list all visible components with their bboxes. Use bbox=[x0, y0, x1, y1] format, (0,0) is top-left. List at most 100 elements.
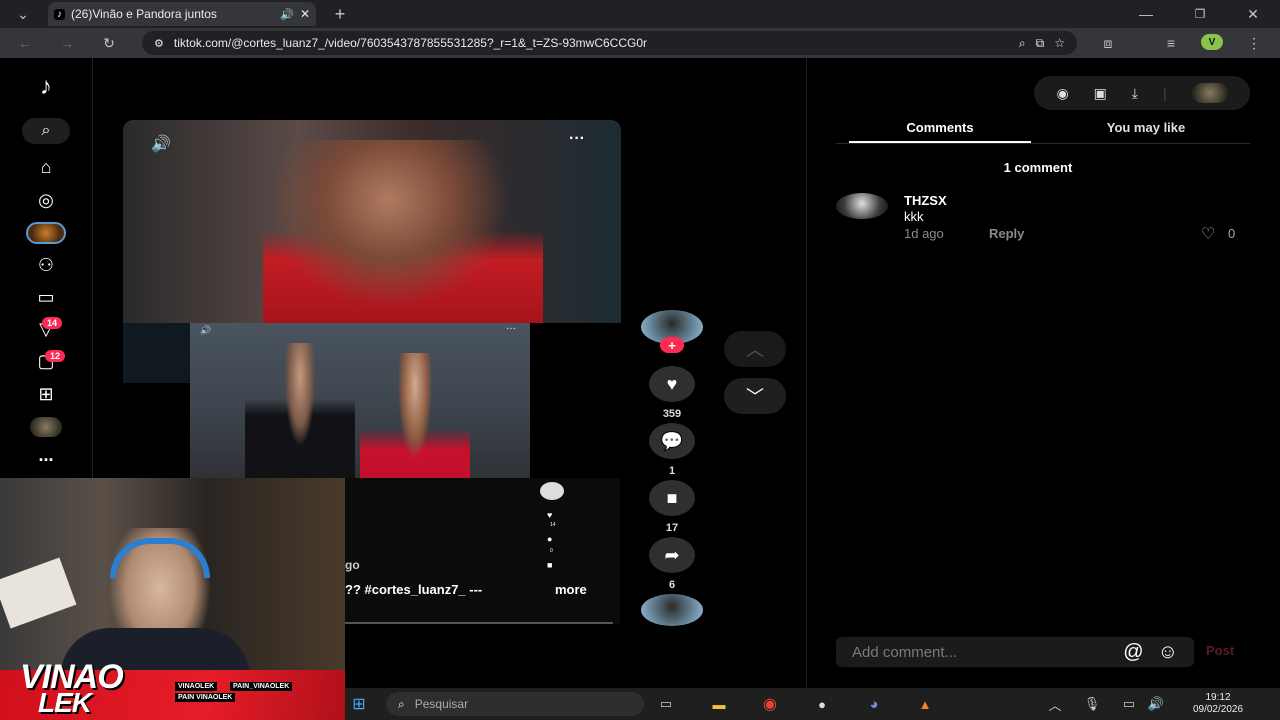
commenter-name[interactable]: THZSX bbox=[904, 193, 947, 208]
caption-more-link[interactable]: more bbox=[555, 582, 587, 597]
file-explorer-icon[interactable]: ▬ bbox=[707, 692, 731, 716]
comment-like-heart-icon[interactable]: ♡ bbox=[1201, 224, 1215, 244]
comment-time: 1d ago bbox=[904, 226, 944, 241]
video-options-icon[interactable]: ··· bbox=[569, 130, 585, 148]
comment-input-placeholder: Add comment... bbox=[852, 643, 958, 661]
discord-icon[interactable]: ◕ bbox=[862, 692, 886, 716]
follow-plus-icon[interactable]: + bbox=[660, 337, 684, 353]
browser-tab[interactable]: ♪ (26)Vinão e Pandora juntos 🔊 ✕ bbox=[48, 2, 316, 26]
music-disc-action[interactable] bbox=[641, 594, 703, 626]
new-tab-icon[interactable]: + bbox=[329, 3, 351, 25]
taskbar-clock[interactable]: 19:12 09/02/2026 bbox=[1178, 692, 1258, 716]
search-icon[interactable]: ⌕ bbox=[22, 118, 70, 144]
toolbar-divider: | bbox=[1162, 85, 1167, 101]
post-button[interactable]: Post bbox=[1206, 643, 1234, 658]
stream-logo: VINAO LEK bbox=[20, 660, 124, 717]
tab-audio-icon[interactable]: 🔊 bbox=[280, 8, 294, 21]
volume-icon[interactable]: 🔊 bbox=[151, 134, 171, 154]
url-field[interactable]: ⚙ tiktok.com/@cortes_luanz7_/video/76035… bbox=[142, 31, 1077, 55]
live-tv-icon[interactable]: ▭ bbox=[32, 286, 60, 308]
media-control-icon[interactable]: ≡ bbox=[1160, 32, 1182, 54]
mini-comment-count: 0 bbox=[550, 548, 553, 554]
download-icon[interactable]: ⤓ bbox=[1132, 85, 1138, 102]
music-disc-icon[interactable] bbox=[641, 594, 703, 626]
tiktok-favicon-icon: ♪ bbox=[54, 8, 65, 20]
extensions-icon[interactable]: ⧈ bbox=[1097, 32, 1119, 54]
share-action[interactable]: ➦ 6 bbox=[641, 537, 703, 591]
home-icon[interactable]: ⌂ bbox=[32, 156, 60, 178]
bookmark-star-icon[interactable]: ☆ bbox=[1054, 36, 1065, 50]
minimize-icon[interactable]: — bbox=[1135, 3, 1157, 25]
comment-icon[interactable]: 💬 bbox=[649, 423, 695, 459]
toolbar-avatar[interactable] bbox=[1191, 83, 1228, 103]
install-app-icon[interactable]: ⧉ bbox=[1036, 36, 1045, 51]
like-action[interactable]: ♥ 359 bbox=[641, 366, 703, 420]
reload-icon[interactable]: ↻ bbox=[98, 32, 120, 54]
video-progress-bar[interactable] bbox=[345, 622, 613, 624]
live-avatar[interactable] bbox=[26, 222, 66, 244]
windows-start-icon[interactable]: ⊞ bbox=[347, 692, 371, 716]
back-icon[interactable]: ← bbox=[14, 32, 36, 54]
mini-avatar bbox=[540, 482, 564, 500]
pip-icon[interactable]: ▣ bbox=[1094, 85, 1107, 102]
previous-video-button[interactable]: ︿ bbox=[724, 331, 786, 367]
mention-icon[interactable]: @ bbox=[1123, 641, 1143, 664]
browser-tab-bar: ⌄ ♪ (26)Vinão e Pandora juntos 🔊 ✕ + — ❐… bbox=[0, 0, 1280, 28]
upload-icon[interactable]: ⊞ bbox=[32, 383, 60, 405]
comment-count: 1 bbox=[668, 465, 676, 477]
browser-menu-icon[interactable]: ⋮ bbox=[1243, 32, 1265, 54]
eye-icon[interactable]: ◉ bbox=[1056, 85, 1068, 102]
restore-icon[interactable]: ❐ bbox=[1189, 3, 1211, 25]
bookmark-icon[interactable]: ■ bbox=[649, 480, 695, 516]
chrome-icon[interactable]: ◉ bbox=[758, 692, 782, 716]
tab-comments[interactable]: Comments bbox=[849, 120, 1031, 135]
forward-icon[interactable]: → bbox=[56, 32, 78, 54]
tray-chevron-up-icon[interactable]: ︿ bbox=[1043, 692, 1067, 716]
more-menu-icon[interactable]: ... bbox=[32, 444, 60, 466]
reply-link[interactable]: Reply bbox=[989, 226, 1024, 241]
chevron-down-icon: ﹀ bbox=[746, 387, 764, 407]
inset-options-icon: ··· bbox=[506, 323, 516, 334]
next-video-button[interactable]: ﹀ bbox=[724, 378, 786, 414]
mini-heart-icon: ♥ bbox=[547, 510, 553, 520]
emoji-icon[interactable]: ☺ bbox=[1158, 641, 1178, 664]
left-nav: ♪ ⌕ ⌂ ◎ ⚇ ▭ ▽ 14 ▢ 12 ⊞ ... bbox=[0, 58, 93, 478]
app-icon[interactable]: ▲ bbox=[913, 692, 937, 716]
task-view-icon[interactable]: ▭ bbox=[654, 692, 678, 716]
commenter-avatar[interactable] bbox=[836, 193, 888, 219]
mini-save-icon: ■ bbox=[547, 560, 553, 570]
tab-close-icon[interactable]: ✕ bbox=[300, 7, 310, 21]
mini-like-count: 14 bbox=[550, 522, 556, 528]
comment-action[interactable]: 💬 1 bbox=[641, 423, 703, 477]
taskbar-search[interactable]: ⌕ Pesquisar bbox=[386, 692, 644, 716]
window-close-icon[interactable]: ✕ bbox=[1242, 3, 1264, 25]
profile-avatar-nav[interactable] bbox=[30, 417, 62, 437]
video-side-panel bbox=[123, 323, 190, 383]
creator-avatar-action[interactable]: + bbox=[641, 310, 703, 353]
network-icon[interactable]: ▭ bbox=[1117, 692, 1141, 716]
microphone-icon[interactable]: 🎙 bbox=[1080, 692, 1104, 716]
site-info-icon[interactable]: ⚙ bbox=[154, 37, 164, 50]
like-count: 359 bbox=[662, 408, 682, 420]
explore-icon[interactable]: ◎ bbox=[32, 189, 60, 211]
url-text: tiktok.com/@cortes_luanz7_/video/7603543… bbox=[173, 36, 648, 50]
video-player[interactable]: 🔊 ··· bbox=[123, 120, 621, 323]
obs-icon[interactable]: ● bbox=[810, 692, 834, 716]
heart-icon[interactable]: ♥ bbox=[649, 366, 695, 402]
speaker-icon[interactable]: 🔊 bbox=[1144, 692, 1168, 716]
comment-input[interactable]: Add comment... @ ☺ bbox=[836, 637, 1194, 667]
comments-panel bbox=[806, 58, 1280, 688]
tab-search-icon[interactable]: ⌄ bbox=[12, 3, 34, 25]
social-x-handle: VINAOLEK bbox=[175, 682, 218, 691]
tiktok-logo-icon[interactable]: ♪ bbox=[32, 73, 60, 100]
panel-toolbar: ◉ ▣ ⤓ | bbox=[1034, 76, 1250, 110]
tab-you-may-like[interactable]: You may like bbox=[1055, 120, 1237, 135]
save-action[interactable]: ■ 17 bbox=[641, 480, 703, 534]
following-icon[interactable]: ⚇ bbox=[32, 254, 60, 276]
taskbar-search-placeholder: Pesquisar bbox=[414, 697, 469, 711]
profile-avatar[interactable]: V bbox=[1201, 34, 1223, 50]
share-arrow-icon[interactable]: ➦ bbox=[649, 537, 695, 573]
zoom-icon[interactable]: ⌕ bbox=[1019, 36, 1026, 51]
pillow bbox=[0, 557, 77, 629]
inbox-badge: 14 bbox=[42, 317, 63, 329]
